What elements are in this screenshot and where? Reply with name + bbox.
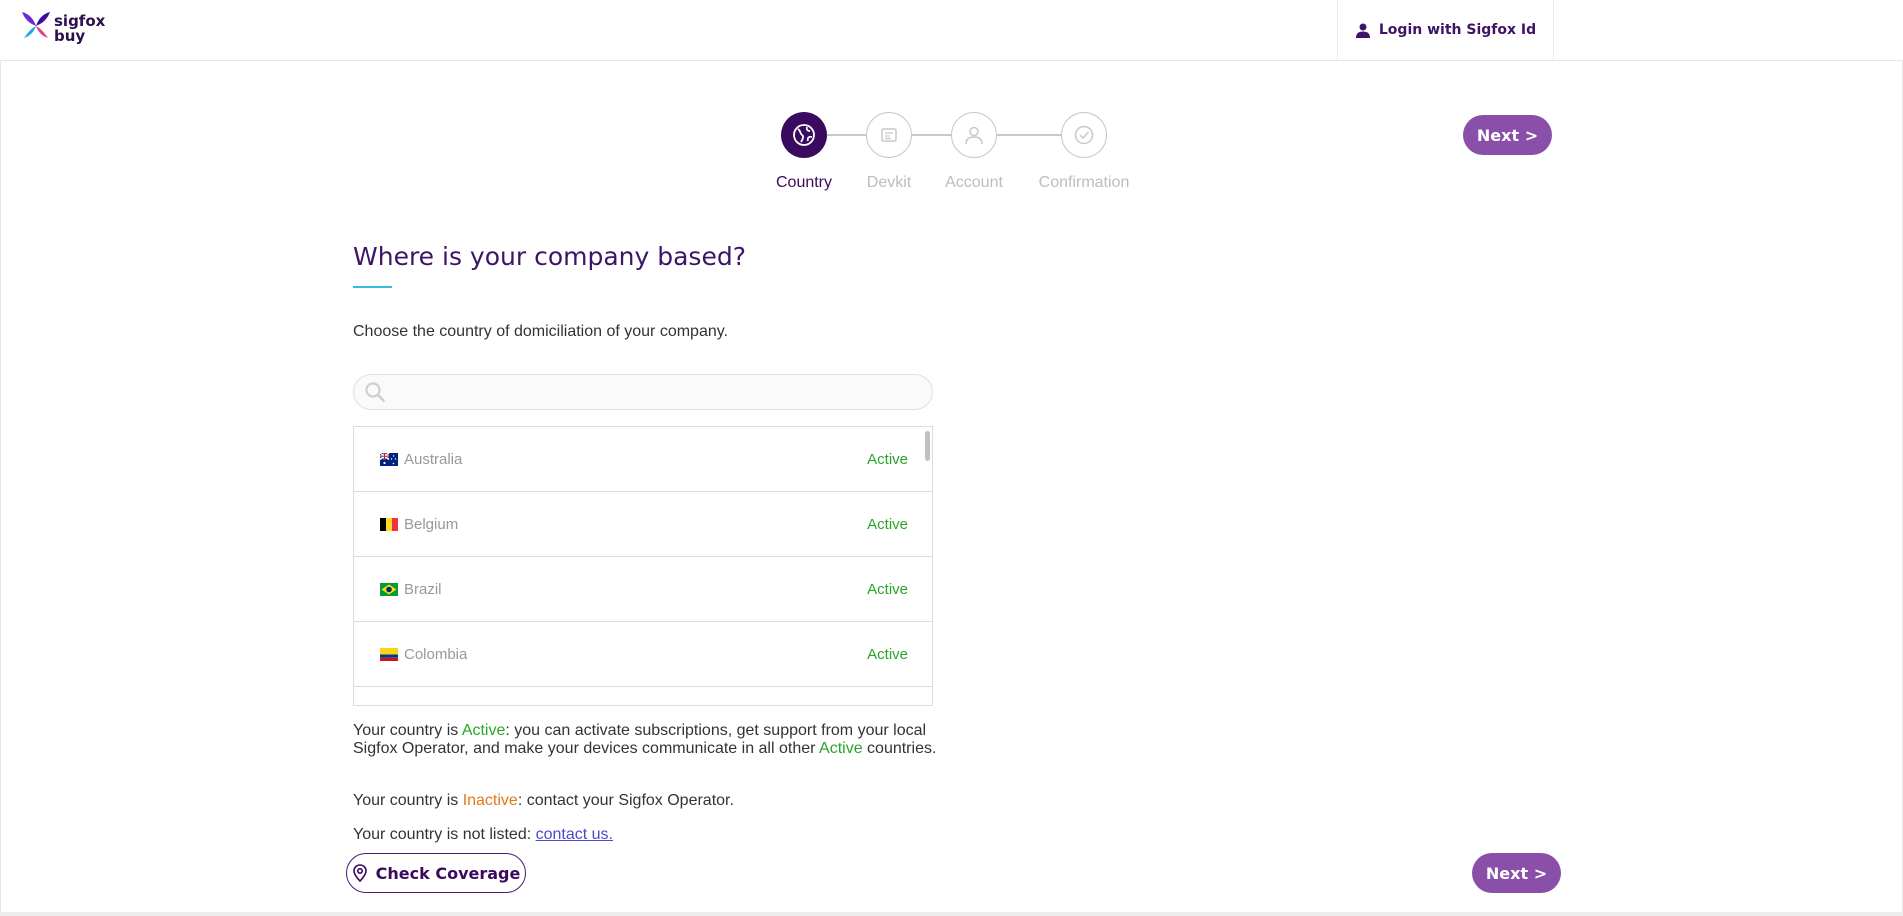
active-explanation: Your country is Active: you can activate… <box>353 722 938 758</box>
title-underline <box>353 286 392 288</box>
country-row-partial[interactable] <box>354 687 932 705</box>
country-row-colombia[interactable]: Colombia Active <box>354 622 932 687</box>
contact-us-link[interactable]: contact us. <box>536 826 613 843</box>
logo-line-buy: buy <box>54 27 86 45</box>
step-confirmation-circle[interactable] <box>1061 112 1107 158</box>
progress-stepper: Country Devkit Account Confirmation <box>760 112 1160 202</box>
step-country-circle[interactable] <box>781 112 827 158</box>
australia-flag-icon <box>380 452 398 466</box>
user-icon <box>965 126 983 145</box>
colombia-flag-icon <box>380 647 398 661</box>
next-button-bottom[interactable]: Next > <box>1472 853 1561 893</box>
intro-text: Choose the country of domiciliation of y… <box>353 323 729 340</box>
not-listed-explanation: Your country is not listed: contact us. <box>353 826 938 844</box>
country-status: Active <box>867 515 908 533</box>
inactive-explanation: Your country is Inactive: contact your S… <box>353 792 938 810</box>
step-connector <box>912 134 951 136</box>
active-prefix: Your country is <box>353 722 462 739</box>
devkit-icon <box>881 128 897 142</box>
country-name: Australia <box>404 450 463 468</box>
country-name: Brazil <box>404 580 442 598</box>
top-header: sigfox buy Login with Sigfox Id <box>0 0 1903 61</box>
country-status: Active <box>867 580 908 598</box>
country-list[interactable]: Australia Active Belgium Active Brazil A… <box>353 426 933 706</box>
country-row-brazil[interactable]: Brazil Active <box>354 557 932 622</box>
country-search-box[interactable] <box>353 374 933 410</box>
logo-text: sigfox buy <box>54 14 105 44</box>
inactive-prefix: Your country is <box>353 792 463 809</box>
next-button-top[interactable]: Next > <box>1463 115 1552 155</box>
step-connector <box>997 134 1061 136</box>
active-suffix: countries. <box>862 740 937 757</box>
step-account-circle[interactable] <box>951 112 997 158</box>
frame-left-border <box>0 61 1 916</box>
not-listed-prefix: Your country is not listed: <box>353 826 536 843</box>
check-coverage-button[interactable]: Check Coverage <box>346 853 526 893</box>
search-input[interactable] <box>386 375 932 409</box>
inactive-word: Inactive <box>462 792 518 809</box>
step-devkit-circle[interactable] <box>866 112 912 158</box>
country-row-belgium[interactable]: Belgium Active <box>354 492 932 557</box>
page-title: Where is your company based? <box>353 242 746 271</box>
active-word: Active <box>461 722 506 739</box>
user-icon <box>1355 23 1370 38</box>
sigfox-buy-logo[interactable]: sigfox buy <box>20 10 110 50</box>
country-name: Belgium <box>404 515 459 533</box>
country-name: Colombia <box>404 645 468 663</box>
inactive-suffix: : contact your Sigfox Operator. <box>517 792 734 809</box>
country-status: Active <box>867 450 908 468</box>
belgium-flag-icon <box>380 517 398 531</box>
country-row-australia[interactable]: Australia Active <box>354 427 932 492</box>
brazil-flag-icon <box>380 582 398 596</box>
frame-bottom-border <box>0 912 1903 916</box>
check-icon <box>1074 125 1094 145</box>
step-label-account: Account <box>945 174 1003 191</box>
login-with-sigfox-id-button[interactable]: Login with Sigfox Id <box>1337 0 1554 60</box>
globe-icon <box>793 124 815 146</box>
login-label: Login with Sigfox Id <box>1378 22 1537 38</box>
step-connector <box>827 134 866 136</box>
country-status: Active <box>867 645 908 663</box>
active-word-2: Active <box>819 740 863 757</box>
search-icon <box>365 382 385 402</box>
step-label-confirmation: Confirmation <box>1038 174 1130 191</box>
map-pin-icon <box>352 864 367 882</box>
check-coverage-label: Check Coverage <box>375 863 521 883</box>
list-scrollbar[interactable] <box>925 431 930 461</box>
sigfox-butterfly-icon <box>22 12 50 38</box>
